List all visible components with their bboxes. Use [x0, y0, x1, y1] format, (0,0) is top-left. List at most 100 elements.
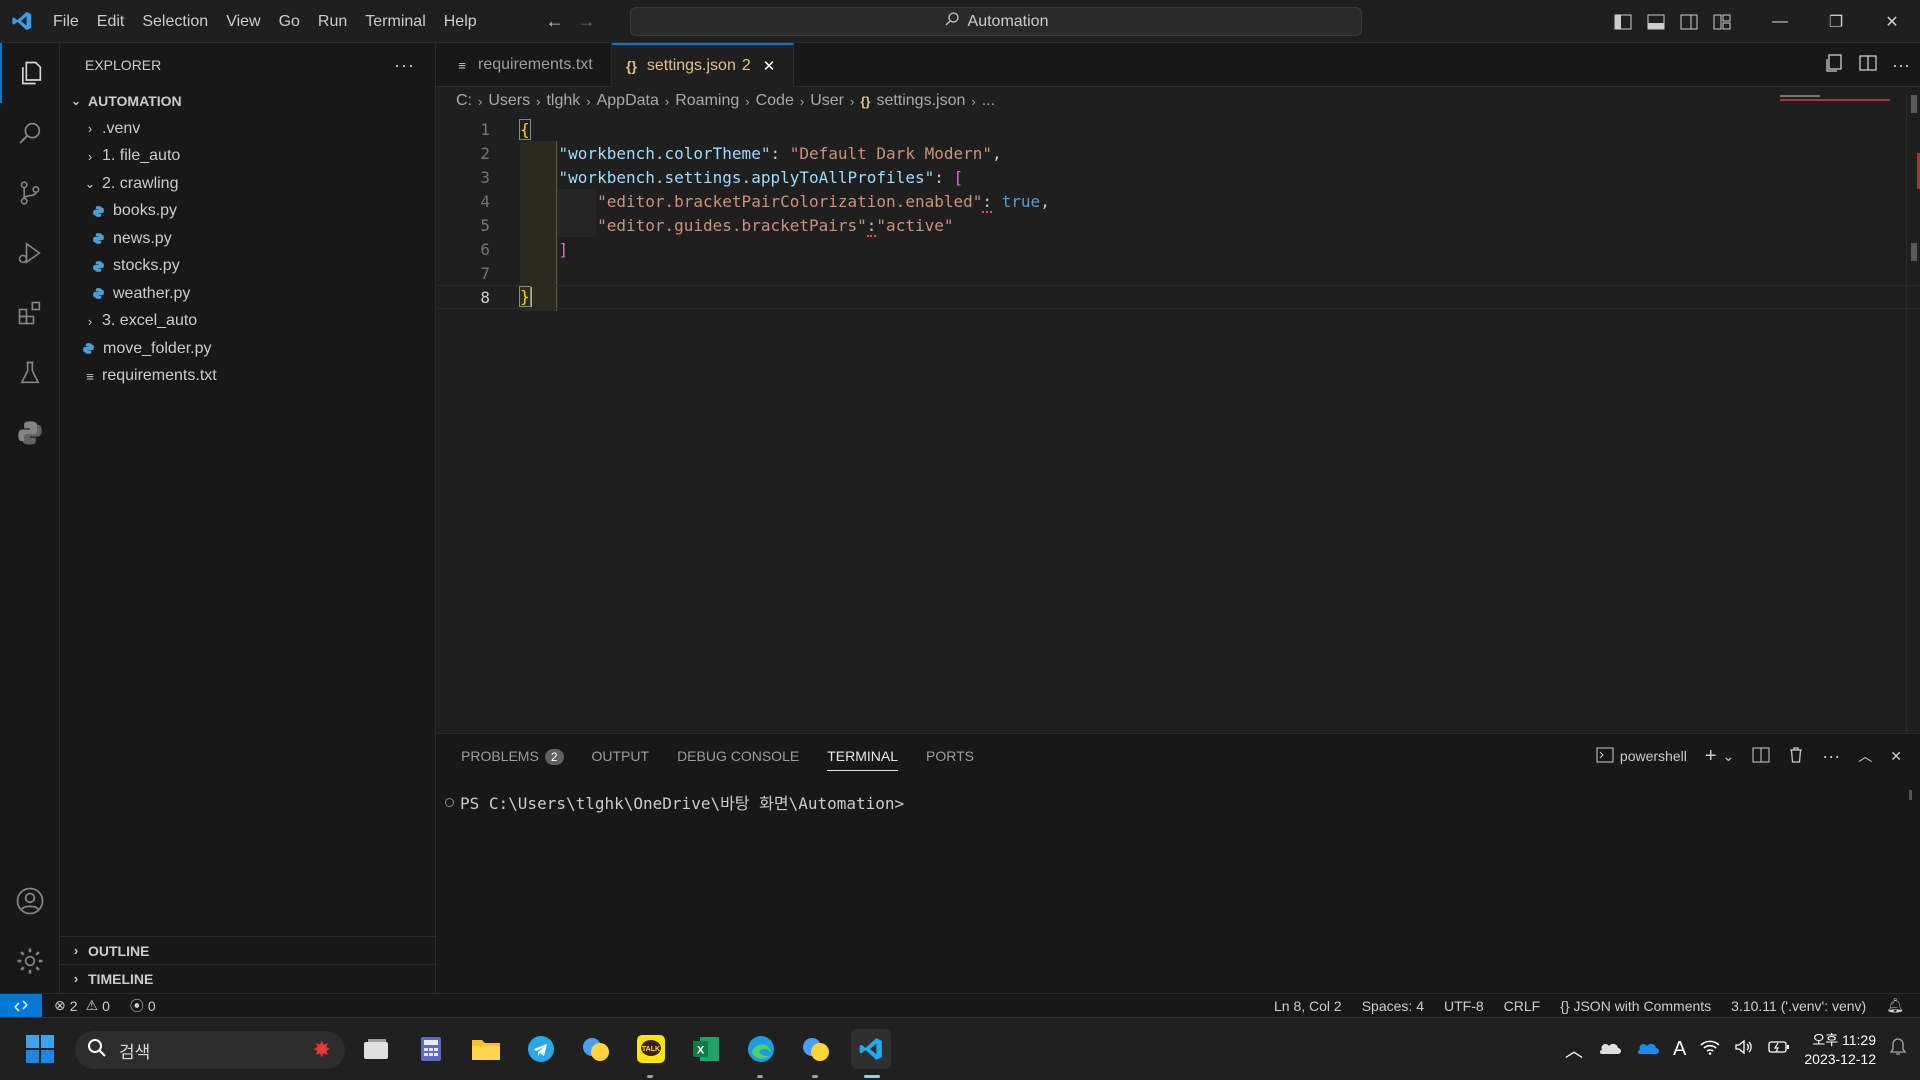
manage-gear-icon[interactable] [0, 931, 60, 991]
command-center[interactable]: Automation [630, 7, 1362, 36]
source-control-icon[interactable] [0, 163, 60, 223]
windows-start-icon[interactable] [20, 1029, 60, 1069]
menu-run[interactable]: Run [309, 0, 356, 43]
terminal-output[interactable]: PS C:\Users\tlghk\OneDrive\바탕 화면\Automat… [445, 790, 904, 814]
language-mode[interactable]: {} JSON with Comments [1560, 998, 1711, 1014]
menu-view[interactable]: View [217, 0, 269, 43]
toggle-primary-sidebar-icon[interactable] [1606, 0, 1639, 43]
kakaotalk-icon[interactable]: TALK [631, 1029, 671, 1069]
encoding[interactable]: UTF-8 [1444, 998, 1484, 1014]
menu-file[interactable]: File [44, 0, 88, 43]
battery-icon[interactable] [1768, 1040, 1790, 1059]
tab-output[interactable]: OUTPUT [592, 748, 650, 764]
tab-ports[interactable]: PORTS [926, 748, 974, 764]
menu-terminal[interactable]: Terminal [356, 0, 434, 43]
tree-file-books[interactable]: books.py [60, 198, 435, 226]
edge-icon[interactable] [741, 1029, 781, 1069]
trash-icon[interactable] [1788, 746, 1804, 766]
breadcrumb-item[interactable]: User [810, 92, 844, 110]
tree-folder-excel-auto[interactable]: › 3. excel_auto [60, 308, 435, 336]
minimize-icon[interactable]: — [1752, 0, 1808, 43]
search-icon[interactable] [0, 103, 60, 163]
explorer-icon[interactable] [0, 43, 60, 103]
messenger-icon[interactable] [576, 1029, 616, 1069]
menu-edit[interactable]: Edit [88, 0, 134, 43]
wifi-icon[interactable] [1700, 1039, 1720, 1060]
excel-icon[interactable]: X [686, 1029, 726, 1069]
breadcrumb-item[interactable]: Roaming [675, 92, 739, 110]
clock[interactable]: 오후 11:29 2023-12-12 [1804, 1031, 1876, 1069]
notification-bell-icon[interactable] [1889, 1038, 1907, 1061]
tree-file-news[interactable]: news.py [60, 225, 435, 253]
open-settings-ui-icon[interactable] [1824, 53, 1844, 78]
volume-icon[interactable] [1734, 1039, 1754, 1060]
timeline-section[interactable]: › TIMELINE [60, 964, 436, 992]
workspace-folder[interactable]: ⌄ AUTOMATION [60, 87, 435, 115]
outline-section[interactable]: › OUTLINE [60, 936, 436, 964]
tree-file-move-folder[interactable]: move_folder.py [60, 335, 435, 363]
breadcrumb-item[interactable]: settings.json [876, 92, 965, 110]
tab-debug-console[interactable]: DEBUG CONSOLE [677, 748, 799, 764]
breadcrumb-item[interactable]: ... [982, 92, 995, 110]
run-debug-icon[interactable] [0, 223, 60, 283]
ime-indicator[interactable]: A [1673, 1038, 1686, 1061]
telegram-icon[interactable] [521, 1029, 561, 1069]
close-panel-icon[interactable]: ✕ [1890, 748, 1902, 765]
terminal-scrollbar[interactable] [1909, 790, 1912, 800]
tree-file-stocks[interactable]: stocks.py [60, 253, 435, 281]
more-actions-icon[interactable]: ··· [1822, 746, 1840, 767]
forward-arrow-icon[interactable]: → [578, 11, 596, 32]
remote-indicator-icon[interactable] [0, 993, 42, 1018]
extensions-icon[interactable] [0, 283, 60, 343]
menu-help[interactable]: Help [435, 0, 486, 43]
breadcrumb-item[interactable]: Code [756, 92, 794, 110]
chevron-up-icon[interactable]: ︿ [1565, 1037, 1583, 1063]
new-terminal-icon[interactable]: + [1705, 745, 1717, 768]
tree-folder-crawling[interactable]: ⌄ 2. crawling [60, 170, 435, 198]
tree-folder-file-auto[interactable]: › 1. file_auto [60, 143, 435, 171]
vscode-taskbar-icon[interactable] [851, 1029, 891, 1069]
tree-folder-venv[interactable]: › .venv [60, 115, 435, 143]
split-terminal-icon[interactable] [1752, 747, 1770, 766]
terminal-shell-selector[interactable]: powershell [1596, 747, 1687, 766]
onedrive-personal-icon[interactable] [1597, 1039, 1622, 1060]
minimap[interactable] [1780, 95, 1890, 101]
python-icon[interactable] [0, 403, 60, 463]
close-tab-icon[interactable]: ✕ [763, 57, 776, 75]
toggle-panel-icon[interactable] [1639, 0, 1672, 43]
maximize-panel-icon[interactable]: ︿ [1858, 746, 1872, 766]
line-ending[interactable]: CRLF [1504, 998, 1541, 1014]
accounts-icon[interactable] [0, 871, 60, 931]
menu-selection[interactable]: Selection [133, 0, 217, 43]
calculator-icon[interactable] [411, 1029, 451, 1069]
cursor-position[interactable]: Ln 8, Col 2 [1274, 998, 1342, 1014]
breadcrumb-item[interactable]: C: [456, 92, 472, 110]
breadcrumb-item[interactable]: tlghk [546, 92, 580, 110]
tab-problems[interactable]: PROBLEMS 2 [461, 748, 564, 765]
menu-go[interactable]: Go [270, 0, 309, 43]
python-interpreter[interactable]: 3.10.11 ('.venv': venv) [1731, 998, 1866, 1014]
task-view-icon[interactable] [356, 1029, 396, 1069]
code-editor[interactable]: 1 { 2 "workbench.colorTheme": "Default D… [436, 115, 1920, 311]
restore-icon[interactable]: ❐ [1808, 0, 1864, 43]
breadcrumb-item[interactable]: Users [488, 92, 530, 110]
close-window-icon[interactable]: ✕ [1864, 0, 1920, 43]
testing-icon[interactable] [0, 343, 60, 403]
indentation[interactable]: Spaces: 4 [1362, 998, 1424, 1014]
more-actions-icon[interactable]: ··· [1892, 55, 1910, 76]
messenger-icon-2[interactable] [796, 1029, 836, 1069]
problems-status[interactable]: ⊗ 2 ⚠ 0 [54, 997, 110, 1014]
tab-requirements[interactable]: ≡ requirements.txt [436, 43, 612, 87]
onedrive-business-icon[interactable] [1635, 1039, 1660, 1060]
notifications-bell-icon[interactable]: 🔔︎ [1886, 997, 1904, 1014]
chevron-down-icon[interactable]: ⌄ [1723, 748, 1735, 765]
tree-file-requirements[interactable]: ≡ requirements.txt [60, 363, 435, 391]
editor-scrollbar[interactable] [1906, 95, 1920, 733]
taskbar-search[interactable]: 검색 ✸ [75, 1031, 345, 1069]
tree-file-weather[interactable]: weather.py [60, 280, 435, 308]
back-arrow-icon[interactable]: ← [546, 11, 564, 32]
file-explorer-icon[interactable] [466, 1029, 506, 1069]
breadcrumb-item[interactable]: AppData [597, 92, 659, 110]
tab-settings-json[interactable]: {} settings.json 2 ✕ [612, 43, 794, 87]
toggle-secondary-sidebar-icon[interactable] [1672, 0, 1705, 43]
